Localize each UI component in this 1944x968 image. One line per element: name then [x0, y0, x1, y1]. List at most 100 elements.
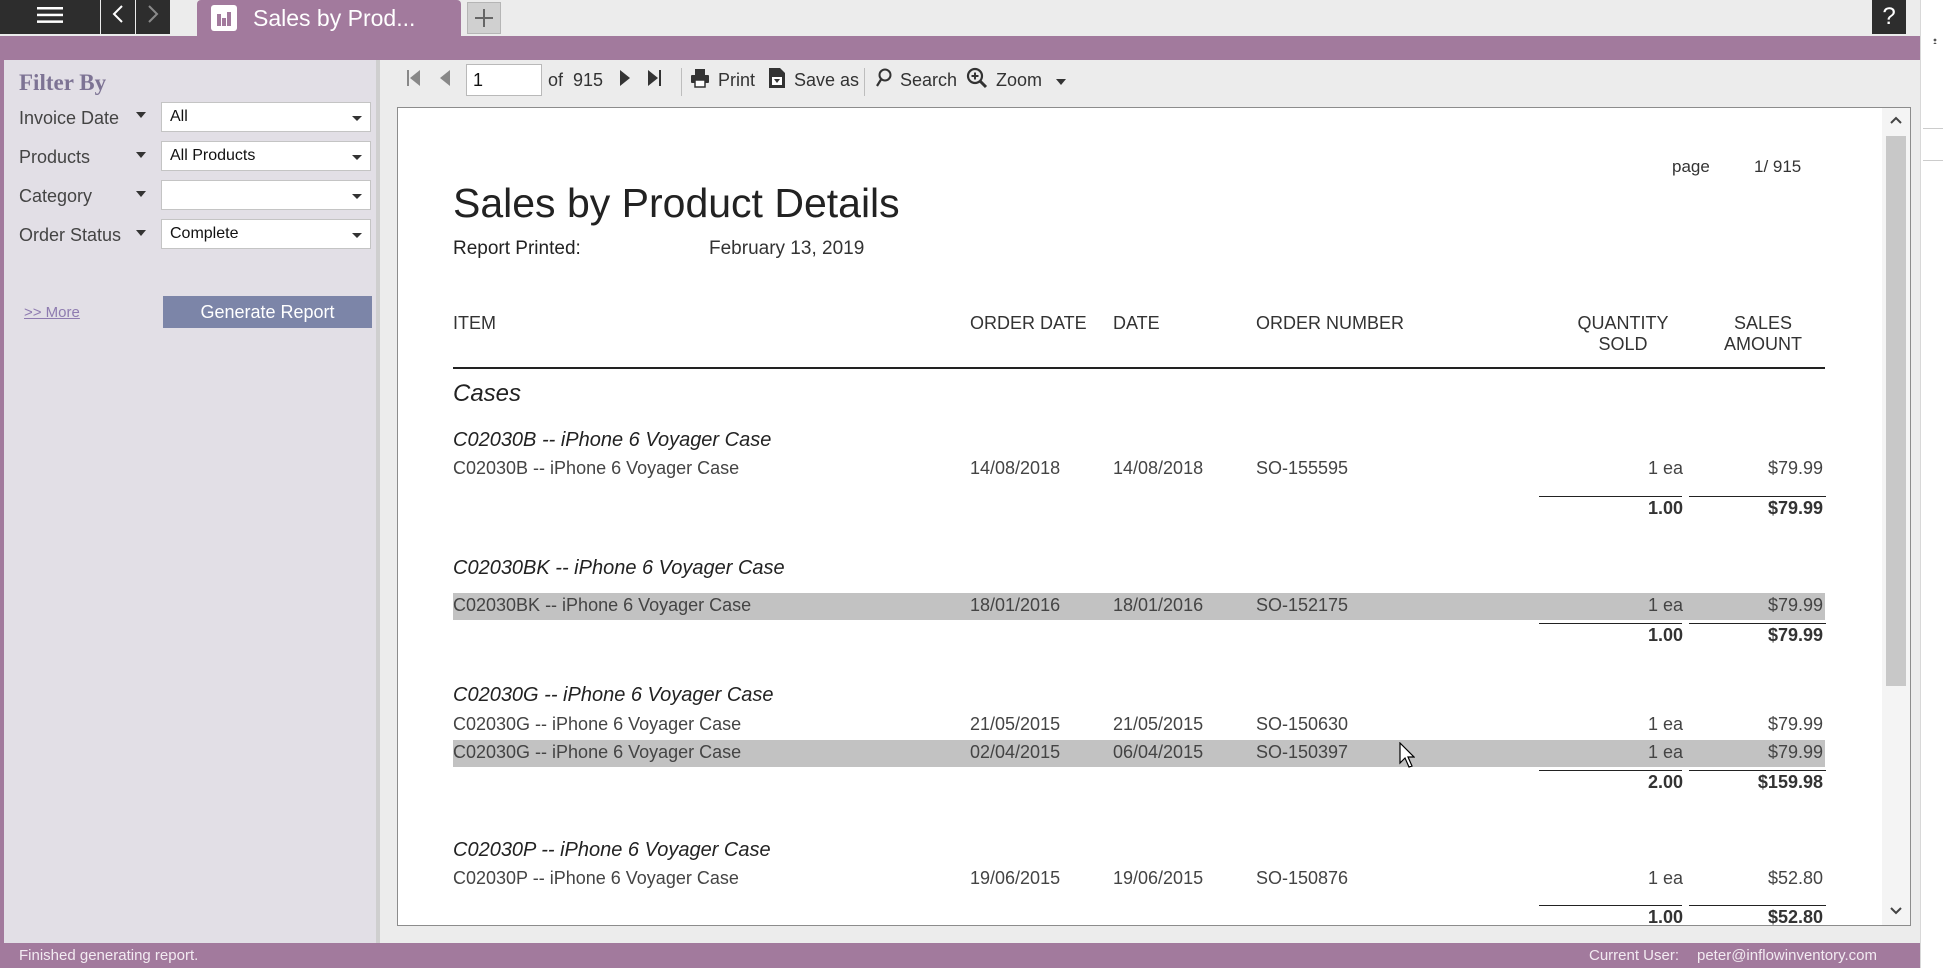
- zoom-label: Zoom: [996, 69, 1043, 90]
- page-label: page: [1672, 157, 1710, 176]
- dropdown-arrow-icon: [352, 155, 362, 160]
- group-heading: C02030P -- iPhone 6 Voyager Case: [453, 839, 771, 861]
- next-page-button[interactable]: [618, 60, 632, 100]
- current-user-email: peter@inflowinventory.com: [1697, 947, 1878, 964]
- scroll-thumb[interactable]: [1886, 136, 1906, 686]
- row-order-number: SO-150876: [1256, 868, 1349, 888]
- page-number-display: 1/ 915: [1754, 157, 1802, 176]
- of-label: of: [548, 69, 564, 90]
- row-item: C02030P -- iPhone 6 Voyager Case: [453, 868, 739, 888]
- category-heading: Cases: [453, 380, 522, 407]
- order-status-value: Complete: [170, 225, 239, 242]
- first-page-button[interactable]: [406, 60, 422, 100]
- col-header-date: DATE: [1113, 313, 1160, 333]
- search-button[interactable]: Search: [876, 60, 957, 100]
- products-select[interactable]: All Products: [161, 141, 371, 171]
- save-as-label: Save as: [794, 69, 860, 90]
- group-total-quantity: 2.00: [1647, 772, 1683, 792]
- side-ruler: [1920, 0, 1944, 968]
- header-divider: [453, 367, 1825, 369]
- scroll-down-button[interactable]: [1882, 899, 1910, 925]
- dropdown-arrow-icon: [352, 233, 362, 238]
- row-amount: $52.80: [1767, 868, 1823, 888]
- row-date: 21/05/2015: [1113, 714, 1204, 734]
- scroll-up-button[interactable]: [1882, 108, 1910, 134]
- caret-down-icon[interactable]: [136, 191, 146, 197]
- row-quantity: 1 ea: [1647, 714, 1683, 734]
- print-label: Print: [718, 69, 756, 90]
- save-as-button[interactable]: Save as: [768, 60, 859, 100]
- last-page-button[interactable]: [646, 60, 662, 100]
- row-order-number: SO-150397: [1256, 742, 1349, 762]
- category-select[interactable]: [161, 180, 371, 210]
- dropdown-arrow-icon: [352, 116, 362, 121]
- row-quantity: 1 ea: [1647, 458, 1683, 478]
- group-total-quantity: 1.00: [1647, 625, 1683, 645]
- page-of-label: of 915: [548, 60, 603, 100]
- row-item: C02030BK -- iPhone 6 Voyager Case: [453, 595, 752, 615]
- zoom-button[interactable]: Zoom: [966, 60, 1067, 100]
- forward-button[interactable]: [136, 0, 170, 34]
- next-page-icon: [618, 68, 632, 93]
- generate-report-button[interactable]: Generate Report: [163, 296, 372, 328]
- invoice-date-select[interactable]: All: [161, 102, 371, 132]
- chevron-left-icon: [112, 4, 124, 30]
- previous-page-button[interactable]: [438, 60, 452, 100]
- tab-sales-by-product[interactable]: Sales by Prod...: [197, 0, 461, 36]
- row-item: C02030G -- iPhone 6 Voyager Case: [453, 742, 742, 762]
- plus-icon: [475, 3, 493, 34]
- group-heading: C02030BK -- iPhone 6 Voyager Case: [453, 557, 785, 579]
- row-order-number: SO-152175: [1256, 595, 1349, 615]
- last-page-icon: [646, 68, 662, 93]
- report-printed-date: February 13, 2019: [709, 238, 865, 259]
- col-header-quantity: QUANTITY SOLD: [1558, 313, 1688, 355]
- col-header-quantity-line1: QUANTITY: [1577, 313, 1669, 333]
- col-header-quantity-line2: SOLD: [1598, 334, 1648, 354]
- group-total-amount: $79.99: [1767, 625, 1823, 645]
- tab-title: Sales by Prod...: [253, 4, 416, 31]
- first-page-icon: [406, 68, 422, 93]
- report-scrollbar[interactable]: [1882, 108, 1910, 925]
- more-filters-link[interactable]: >> More: [24, 304, 80, 321]
- order-status-select[interactable]: Complete: [161, 219, 371, 249]
- row-amount: $79.99: [1767, 742, 1823, 762]
- filter-title: Filter By: [19, 70, 107, 95]
- report-printed-label: Report Printed:: [453, 238, 581, 259]
- filter-label-order-status: Order Status: [19, 225, 122, 245]
- report-toolbar: of 915 Print Save as Search Zoom: [384, 60, 1920, 108]
- row-item: C02030G -- iPhone 6 Voyager Case: [453, 714, 742, 734]
- mouse-cursor-icon: [1399, 741, 1416, 768]
- invoice-date-value: All: [170, 108, 188, 125]
- header-band: [0, 36, 1920, 60]
- chevron-up-icon: [1889, 112, 1903, 130]
- chevron-down-icon: [1889, 903, 1903, 921]
- filter-sidebar: Filter By Invoice Date All Products All …: [4, 60, 380, 943]
- help-button[interactable]: ?: [1872, 0, 1906, 34]
- group-heading: C02030G -- iPhone 6 Voyager Case: [453, 684, 774, 706]
- row-order-number: SO-150630: [1256, 714, 1349, 734]
- report-title: Sales by Product Details: [453, 180, 900, 226]
- more-options-icon[interactable]: [1923, 14, 1941, 46]
- report-page: page 1/ 915 Sales by Product Details Rep…: [397, 107, 1911, 926]
- title-bar: Sales by Prod... ?: [0, 0, 1944, 36]
- caret-down-icon[interactable]: [136, 152, 146, 158]
- hamburger-icon: [37, 4, 63, 30]
- row-quantity: 1 ea: [1647, 595, 1683, 615]
- filter-label-invoice-date: Invoice Date: [19, 108, 120, 128]
- col-header-order-date: ORDER DATE: [970, 313, 1087, 333]
- print-button[interactable]: Print: [690, 60, 755, 100]
- row-order-date: 02/04/2015: [970, 742, 1061, 762]
- back-button[interactable]: [101, 0, 135, 34]
- group-total-quantity: 1.00: [1647, 907, 1683, 926]
- caret-down-icon[interactable]: [136, 112, 146, 118]
- total-pages: 915: [573, 69, 604, 90]
- row-order-date: 19/06/2015: [970, 868, 1061, 888]
- page-number-input[interactable]: [466, 64, 542, 96]
- caret-down-icon[interactable]: [136, 230, 146, 236]
- menu-button[interactable]: [0, 0, 100, 34]
- col-header-sales-line2: AMOUNT: [1724, 334, 1802, 354]
- dropdown-arrow-icon: [352, 194, 362, 199]
- group-total-quantity: 1.00: [1647, 498, 1683, 518]
- printer-icon: [690, 68, 710, 93]
- new-tab-button[interactable]: [467, 2, 501, 34]
